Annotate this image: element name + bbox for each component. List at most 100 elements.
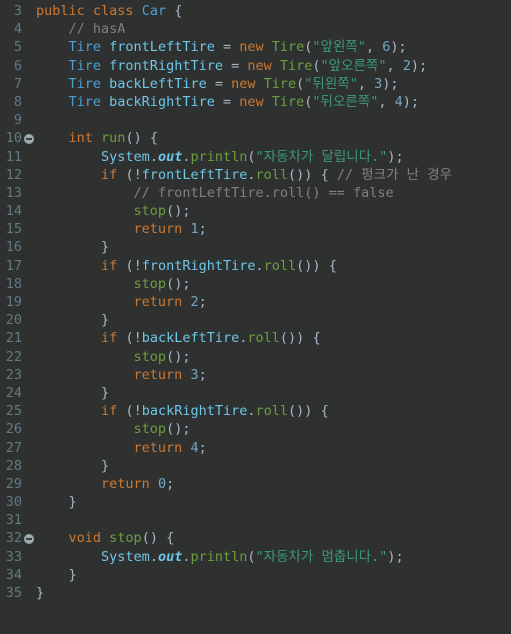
code-line[interactable]: 20 } — [0, 311, 511, 329]
code-line-content[interactable]: if (!frontLeftTire.roll()) { // 펑크가 난 경우 — [36, 166, 511, 184]
token-punct: ; — [198, 221, 207, 238]
code-line-content[interactable]: return 3; — [36, 366, 511, 384]
token-paren: ( — [125, 257, 134, 274]
line-number: 19 — [5, 294, 22, 310]
code-line[interactable]: 6 Tire frontRightTire = new Tire("앞오른쪽",… — [0, 57, 511, 75]
code-line[interactable]: 8 Tire backRightTire = new Tire("뒤오른쪽", … — [0, 93, 511, 111]
code-line[interactable]: 19 return 2; — [0, 293, 511, 311]
code-line[interactable]: 16 } — [0, 238, 511, 256]
code-line[interactable]: 24 } — [0, 384, 511, 402]
code-line-content[interactable]: } — [36, 584, 511, 602]
code-line[interactable]: 3 public class Car { — [0, 2, 511, 20]
token-method: stop — [133, 348, 167, 365]
code-line-content[interactable]: } — [36, 457, 511, 475]
code-line-content[interactable]: return 1; — [36, 220, 511, 238]
code-line[interactable]: 14 stop(); — [0, 202, 511, 220]
code-line[interactable]: 30 } — [0, 493, 511, 511]
token-kw: int — [68, 130, 93, 147]
code-line-content[interactable]: // hasA — [36, 20, 511, 38]
code-line[interactable]: 12 if (!frontLeftTire.roll()) { // 펑크가 난… — [0, 166, 511, 184]
token-punct: } — [101, 457, 110, 474]
code-line[interactable]: 11 System.out.println("자동차가 달립니다."); — [0, 148, 511, 166]
code-line[interactable]: 9 — [0, 111, 511, 129]
code-line-content[interactable]: return 0; — [36, 475, 511, 493]
line-number: 22 — [5, 348, 22, 365]
code-line[interactable]: 32 void stop() { — [0, 529, 511, 547]
code-line[interactable]: 5 Tire frontLeftTire = new Tire("앞왼쪽", 6… — [0, 38, 511, 56]
code-line-content[interactable]: void stop() { — [36, 529, 511, 547]
token-punct: = — [214, 39, 240, 56]
line-number: 7 — [13, 75, 22, 92]
token-punct — [272, 58, 280, 74]
code-line[interactable]: 7 Tire backLeftTire = new Tire("뒤왼쪽", 3)… — [0, 75, 511, 93]
code-line-content[interactable]: if (!backRightTire.roll()) { — [36, 402, 511, 420]
code-editor[interactable]: 3 public class Car {4 // hasA 5 Tire front… — [0, 0, 511, 634]
token-punct: } — [101, 239, 110, 256]
code-line[interactable]: 34 } — [0, 566, 511, 584]
code-line-content[interactable]: return 4; — [36, 439, 511, 457]
code-line[interactable]: 35} — [0, 584, 511, 602]
code-line-content[interactable]: } — [36, 566, 511, 584]
token-num: 4 — [394, 93, 403, 110]
code-line[interactable]: 18 stop(); — [0, 275, 511, 293]
code-line[interactable]: 29 return 0; — [0, 475, 511, 493]
code-line-content[interactable]: return 2; — [36, 293, 511, 311]
code-line-content[interactable]: System.out.println("자동차가 달립니다."); — [36, 148, 511, 166]
code-line-content[interactable]: stop(); — [36, 275, 511, 293]
code-line[interactable]: 21 if (!backLeftTire.roll()) { — [0, 329, 511, 347]
line-number: 35 — [5, 585, 22, 601]
code-fold-collapse-icon[interactable] — [24, 133, 34, 144]
line-number: 24 — [5, 384, 22, 401]
token-var: frontRightTire — [141, 257, 256, 274]
code-line[interactable]: 28 } — [0, 457, 511, 475]
code-line-content[interactable]: // frontLeftTire.roll() == false — [36, 184, 511, 202]
code-line-content[interactable]: public class Car { — [36, 2, 511, 20]
code-line-content[interactable]: } — [36, 384, 511, 402]
token-paren: ) — [410, 57, 420, 74]
token-punct — [36, 76, 69, 92]
code-line-content[interactable]: if (!backLeftTire.roll()) { — [36, 329, 511, 347]
code-line-content[interactable]: int run() { — [36, 129, 511, 147]
code-line[interactable]: 10 int run() { — [0, 129, 511, 147]
token-punct: ! — [133, 257, 142, 274]
token-num: 0 — [157, 475, 167, 492]
token-paren: ( — [247, 548, 256, 565]
token-punct: , — [386, 57, 403, 74]
code-line[interactable]: 26 stop(); — [0, 420, 511, 438]
code-line[interactable]: 31 — [0, 511, 511, 529]
code-line[interactable]: 17 if (!frontRightTire.roll()) { — [0, 257, 511, 275]
code-line-content[interactable]: } — [36, 311, 511, 329]
token-punct — [36, 258, 101, 274]
code-line[interactable]: 4 // hasA — [0, 20, 511, 38]
code-line[interactable]: 25 if (!backRightTire.roll()) { — [0, 402, 511, 420]
token-punct — [101, 530, 109, 546]
code-fold-collapse-icon[interactable] — [24, 533, 34, 544]
code-line-content[interactable]: } — [36, 238, 511, 256]
token-paren: ) — [387, 148, 396, 165]
code-line-content[interactable]: Tire frontLeftTire = new Tire("앞왼쪽", 6); — [36, 38, 511, 56]
token-punct — [36, 94, 69, 110]
code-line[interactable]: 13 // frontLeftTire.roll() == false — [0, 184, 511, 202]
token-punct — [36, 385, 101, 401]
code-lines-container[interactable]: 3 public class Car {4 // hasA 5 Tire front… — [0, 0, 511, 634]
token-punct: ; — [198, 366, 207, 383]
token-kw: return — [133, 366, 183, 383]
token-str: "자동차가 달립니다." — [255, 148, 388, 165]
code-line-content[interactable]: if (!frontRightTire.roll()) { — [36, 257, 511, 275]
code-line[interactable]: 27 return 4; — [0, 439, 511, 457]
token-punct: . — [255, 257, 264, 274]
code-line-content[interactable]: stop(); — [36, 420, 511, 438]
code-line-content[interactable]: } — [36, 493, 511, 511]
code-line-content[interactable]: Tire backLeftTire = new Tire("뒤왼쪽", 3); — [36, 75, 511, 93]
code-line[interactable]: 22 stop(); — [0, 348, 511, 366]
code-line-content[interactable]: Tire backRightTire = new Tire("뒤오른쪽", 4)… — [36, 93, 511, 111]
token-kw: return — [133, 221, 183, 238]
code-line-content[interactable]: stop(); — [36, 348, 511, 366]
code-line-content[interactable]: stop(); — [36, 202, 511, 220]
code-line[interactable]: 23 return 3; — [0, 366, 511, 384]
code-line[interactable]: 33 System.out.println("자동차가 멈춥니다."); — [0, 548, 511, 566]
code-line-content[interactable]: Tire frontRightTire = new Tire("앞오른쪽", 2… — [36, 57, 511, 75]
token-method: Tire — [263, 75, 297, 92]
code-line[interactable]: 15 return 1; — [0, 220, 511, 238]
code-line-content[interactable]: System.out.println("자동차가 멈춥니다."); — [36, 548, 511, 566]
